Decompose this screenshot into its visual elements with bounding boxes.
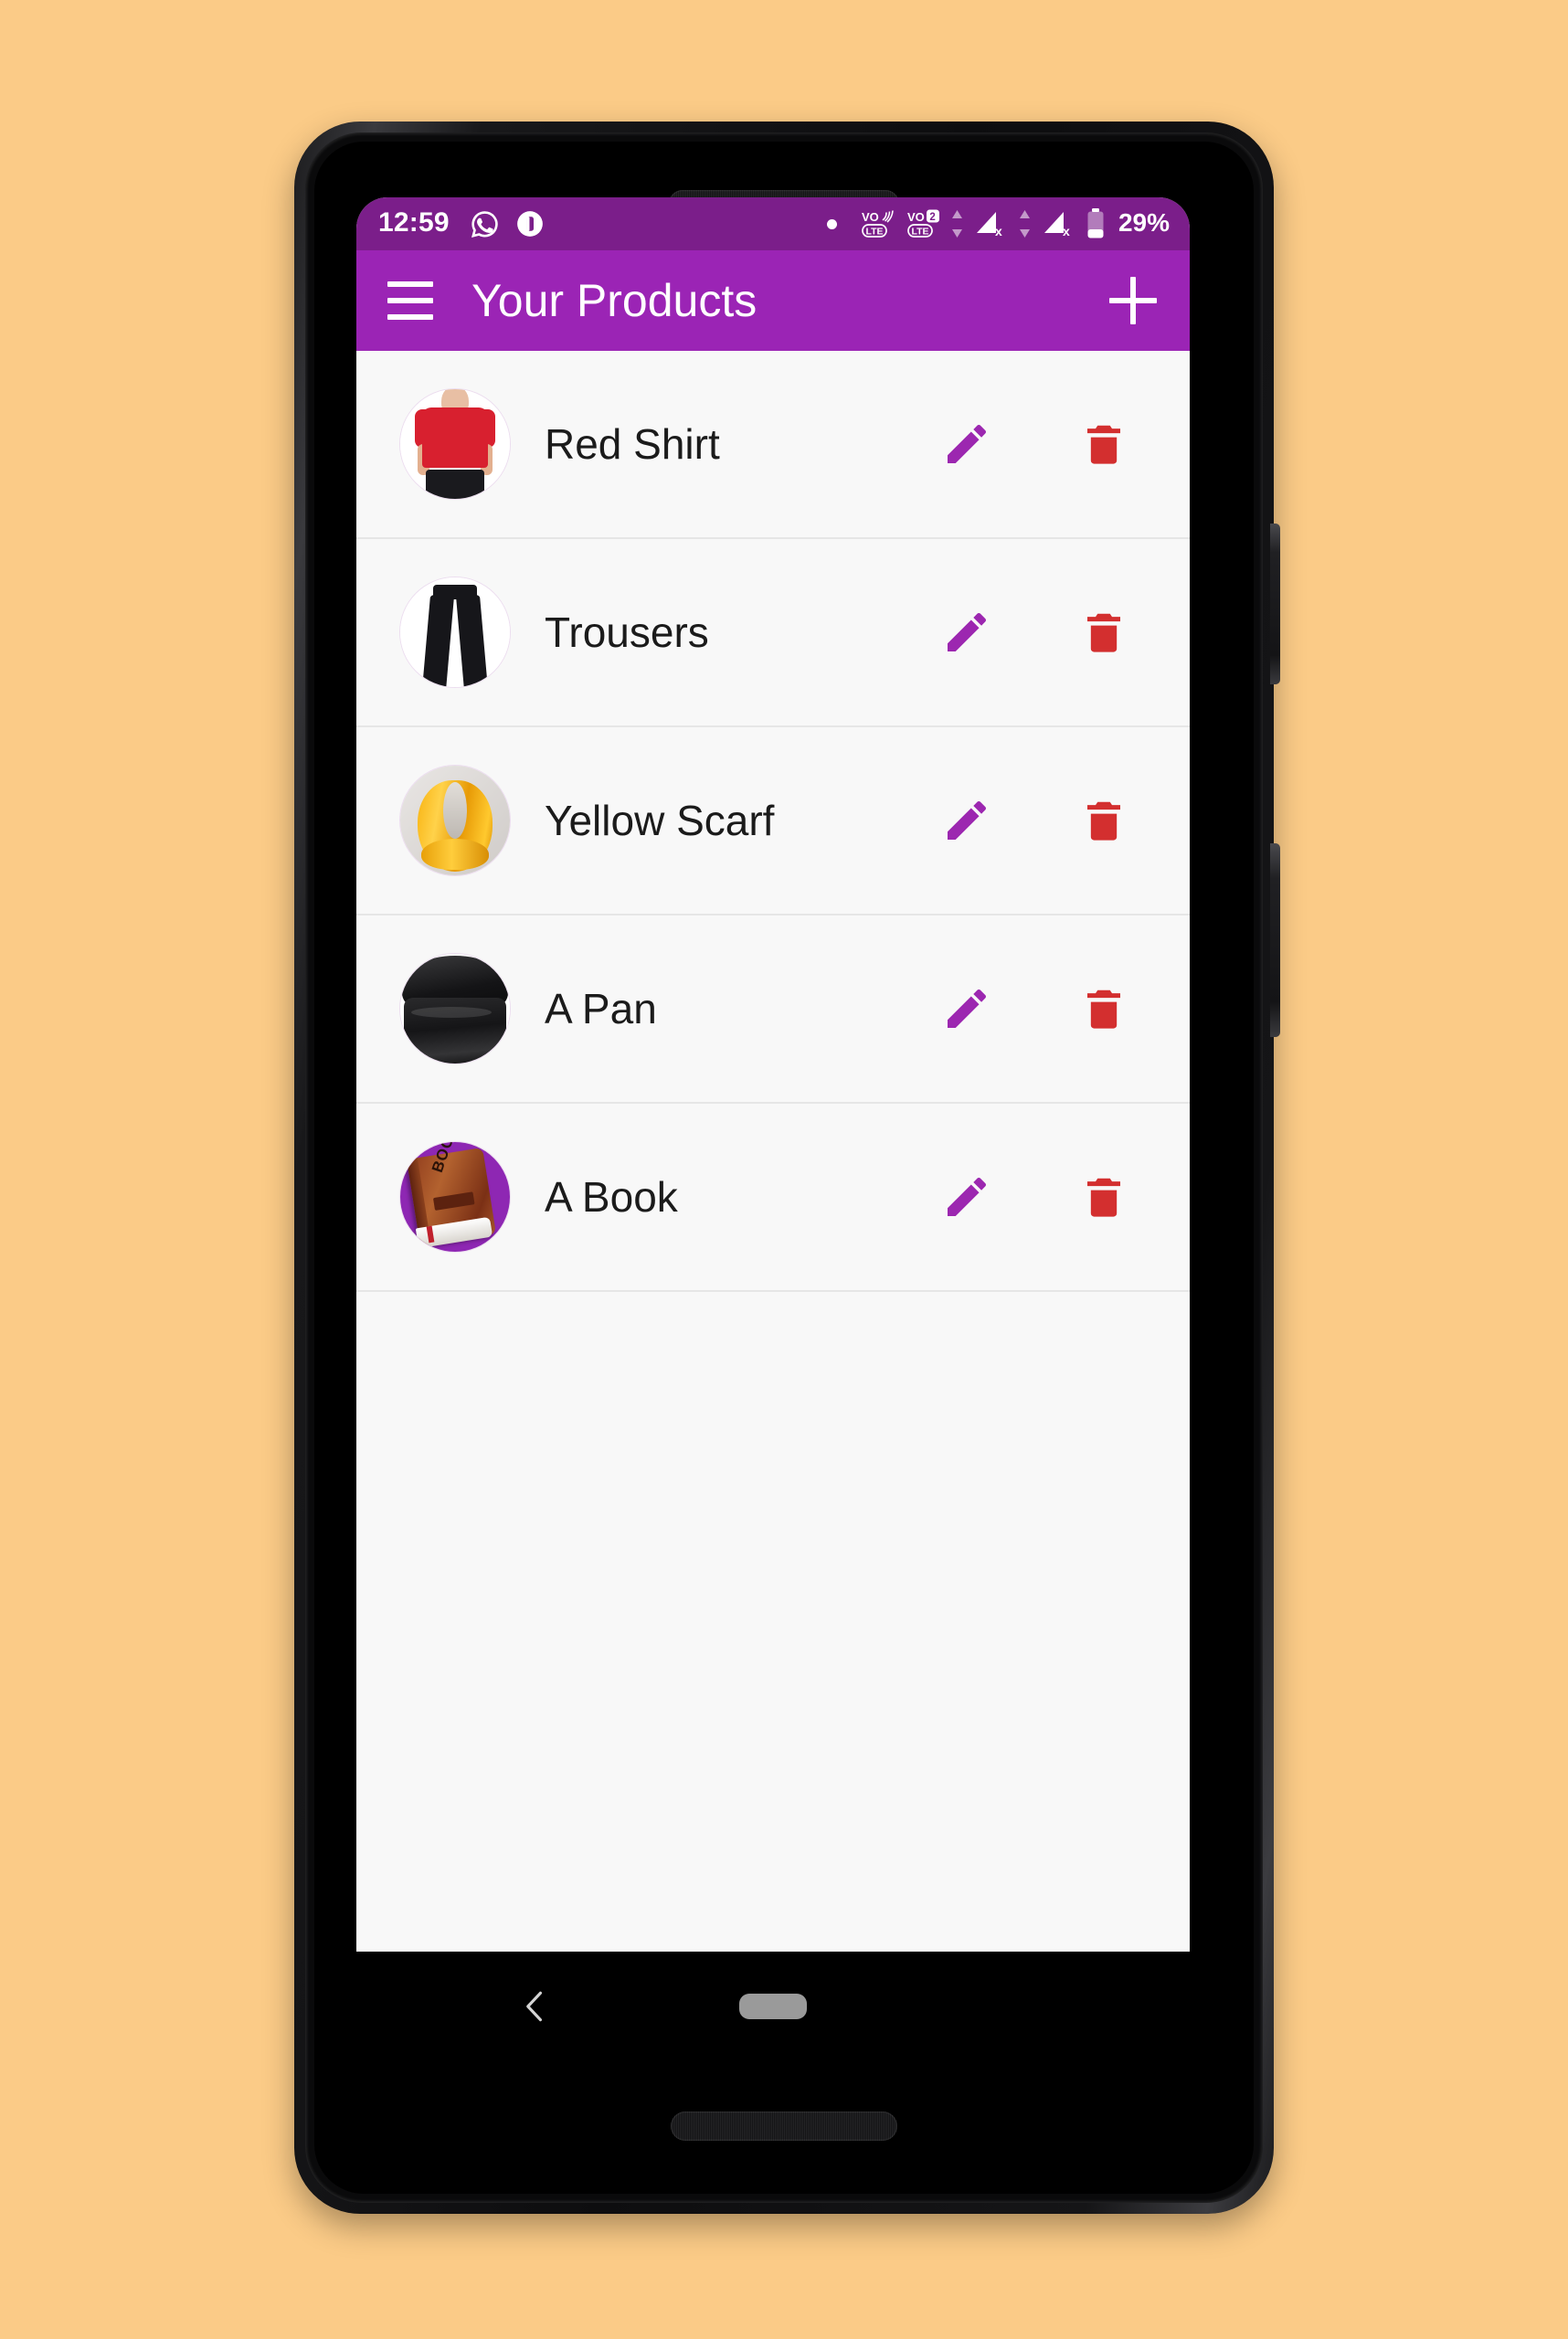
svg-text:VO: VO [862, 210, 879, 224]
hamburger-menu-icon[interactable] [387, 281, 433, 320]
product-name: A Pan [545, 988, 657, 1030]
delete-icon[interactable] [1076, 605, 1131, 660]
menu-bar-2 [387, 298, 433, 303]
home-pill-icon[interactable] [739, 1994, 807, 2019]
data-transfer-arrows-2-icon [1019, 210, 1030, 238]
battery-icon [1087, 208, 1104, 238]
book-photo: BOOK [400, 1142, 510, 1252]
status-bar-system-icons: VO LTE VO 2 LTE x x 29% [826, 207, 1170, 240]
battery-percent-label: 29% [1118, 208, 1170, 237]
volume-button[interactable] [1270, 843, 1280, 1037]
whatsapp-icon [471, 210, 498, 238]
app-viewport: 12:59 VO LTE VO 2 LTE x x 29% Your Produ… [356, 197, 1190, 1952]
edit-icon[interactable] [939, 981, 994, 1036]
product-list-item[interactable]: Red Shirt [356, 351, 1190, 539]
delete-icon[interactable] [1076, 417, 1131, 471]
product-name: Trousers [545, 611, 709, 653]
chevron-left-icon[interactable] [510, 1981, 561, 2032]
product-row-actions [939, 605, 1131, 660]
svg-text:x: x [1063, 224, 1070, 238]
product-name: Red Shirt [545, 423, 720, 465]
svg-text:LTE: LTE [865, 226, 883, 237]
status-bar-clock: 12:59 [378, 207, 450, 238]
bottom-speaker-icon [671, 2111, 897, 2141]
status-bar-notification-icons [470, 209, 545, 239]
page-title: Your Products [471, 275, 758, 326]
power-button[interactable] [1270, 524, 1280, 684]
edit-icon[interactable] [939, 793, 994, 848]
menu-bar-3 [387, 314, 433, 320]
menu-bar-1 [387, 281, 433, 287]
product-list-item[interactable]: Trousers [356, 539, 1190, 727]
red-shirt-photo [400, 389, 510, 499]
product-list-item[interactable]: Yellow Scarf [356, 727, 1190, 915]
product-row-actions [939, 1170, 1131, 1224]
data-transfer-arrows-icon [951, 210, 962, 238]
pan-photo [400, 954, 510, 1064]
trousers-photo [400, 577, 510, 687]
delete-icon[interactable] [1076, 1170, 1131, 1224]
add-product-plus-icon[interactable] [1109, 277, 1157, 324]
app-bar: Your Products [356, 250, 1190, 351]
android-navigation-bar [356, 1952, 1190, 2061]
edit-icon[interactable] [939, 1170, 994, 1224]
svg-text:LTE: LTE [911, 226, 928, 237]
product-list: Red Shirt Trousers Yellow Scarf A Pan BO… [356, 351, 1190, 1952]
phone-device-frame: 12:59 VO LTE VO 2 LTE x x 29% Your Produ… [294, 122, 1280, 2214]
svg-text:VO: VO [907, 210, 925, 224]
edit-icon[interactable] [939, 605, 994, 660]
book-cover-label: BOOK [428, 1142, 461, 1175]
product-list-item[interactable]: A Pan [356, 915, 1190, 1104]
app-notification-icon [516, 211, 543, 237]
product-row-actions [939, 793, 1131, 848]
edit-icon[interactable] [939, 417, 994, 471]
signal-sim2-no-service-icon: x [1044, 212, 1070, 238]
product-row-actions [939, 417, 1131, 471]
signal-sim1-no-service-icon: x [976, 212, 1002, 238]
delete-icon[interactable] [1076, 793, 1131, 848]
delete-icon[interactable] [1076, 981, 1131, 1036]
phone-screen: 12:59 VO LTE VO 2 LTE x x 29% Your Produ… [314, 142, 1254, 2194]
product-row-actions [939, 981, 1131, 1036]
svg-text:x: x [995, 224, 1002, 238]
product-name: A Book [545, 1176, 678, 1218]
svg-text:2: 2 [929, 212, 935, 223]
product-name: Yellow Scarf [545, 799, 775, 841]
volte-wifi-calling-icon: VO LTE [862, 210, 894, 238]
status-bar: 12:59 VO LTE VO 2 LTE x x 29% [356, 197, 1190, 250]
notification-dot-icon [826, 218, 837, 229]
product-list-item[interactable]: BOOK A Book [356, 1104, 1190, 1292]
yellow-scarf-photo [400, 766, 510, 875]
volte-sim2-icon: VO 2 LTE [907, 209, 939, 238]
